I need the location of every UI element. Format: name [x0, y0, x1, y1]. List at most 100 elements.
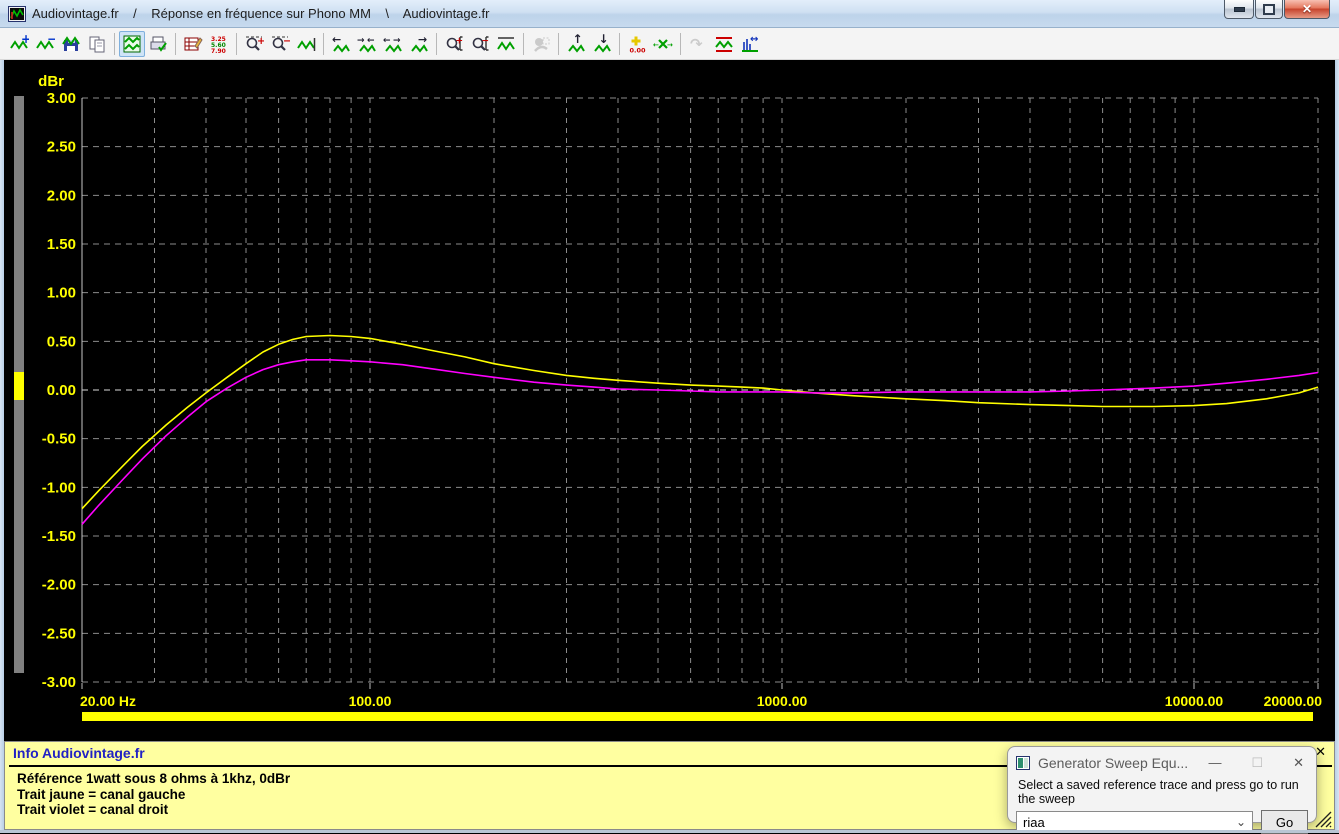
value-list-icon: 3.255.607.90	[211, 36, 226, 54]
svg-text:↔: ↔	[750, 34, 758, 45]
svg-text:-1.50: -1.50	[42, 528, 76, 545]
minimize-button[interactable]	[1224, 0, 1254, 19]
limit-lines-button[interactable]	[711, 31, 737, 57]
show-graph-button[interactable]	[119, 30, 145, 57]
dialog-app-icon	[1016, 755, 1030, 770]
svg-text:-2.00: -2.00	[42, 577, 76, 594]
info-panel-title: Info Audiovintage.fr	[13, 745, 145, 761]
trace-left-channel	[81, 334, 1319, 510]
save-trace-icon	[62, 35, 80, 51]
limit-lines-icon	[715, 36, 733, 52]
toolbar-separator	[114, 32, 115, 55]
close-icon: ✕	[1301, 2, 1313, 16]
svg-text:→: →	[393, 36, 401, 46]
app-icon	[8, 5, 26, 22]
zoom-in-x-icon: +	[246, 36, 264, 51]
trace-right-channel	[81, 358, 1319, 525]
toolbar-separator	[323, 32, 324, 55]
svg-text:↷: ↷	[690, 35, 703, 53]
svg-text:←: ←	[332, 34, 341, 46]
expand-x-icon: ← →	[383, 36, 402, 53]
svg-text:2.50: 2.50	[47, 139, 76, 156]
dialog-titlebar: Generator Sweep Equ... — ☐ ✕	[1008, 747, 1316, 775]
pan-left-icon: ←	[332, 34, 350, 53]
fit-trace-icon	[297, 37, 316, 51]
autoscale-y-button[interactable]	[493, 31, 519, 57]
svg-text:20000.00: 20000.00	[1264, 693, 1323, 709]
toolbar-separator	[436, 32, 437, 55]
sweep-settings-icon: ↔	[742, 34, 758, 52]
dialog-minimize-icon[interactable]: —	[1208, 755, 1221, 770]
window-titlebar: Audiovintage.fr / Réponse en fréquence s…	[0, 0, 1339, 28]
edit-values-icon	[184, 36, 203, 50]
value-list-button[interactable]: 3.25 5.60 7.90	[206, 31, 232, 57]
zoom-in-y-button[interactable]: +	[441, 31, 467, 57]
subtract-trace-button[interactable]: −	[32, 31, 58, 57]
svg-text:→: →	[357, 36, 365, 46]
process-tool-icon	[534, 37, 550, 52]
svg-text:1.00: 1.00	[47, 285, 76, 302]
svg-text:100.00: 100.00	[349, 693, 392, 709]
svg-text:20.00 Hz: 20.00 Hz	[80, 693, 136, 709]
sweep-progress-bar	[82, 712, 1313, 721]
svg-text:-2.50: -2.50	[42, 625, 76, 642]
toolbar-separator	[523, 32, 524, 55]
add-trace-button[interactable]: +	[6, 31, 32, 57]
close-button[interactable]: ✕	[1284, 0, 1330, 19]
svg-text:0.00: 0.00	[630, 46, 647, 54]
shift-down-button[interactable]: ↓	[589, 31, 615, 57]
svg-text:↑: ↑	[573, 34, 583, 46]
zoom-out-x-button[interactable]: −	[267, 31, 293, 57]
chart-canvas: dBr3.00 2.50 2.00 1.50 1.00 0.50 0.00 -0.50 -1.0…	[14, 73, 1322, 721]
pan-left-button[interactable]: ←	[328, 31, 354, 57]
svg-text:0.50: 0.50	[47, 333, 76, 350]
shift-up-button[interactable]: ↑	[563, 31, 589, 57]
marker-clear-icon: ← →	[653, 38, 673, 49]
x-axis-labels: 20.00 Hz 100.00 1000.00 10000.00 20000.00	[80, 683, 1322, 709]
restore-button[interactable]	[1255, 0, 1283, 19]
expand-x-button[interactable]: ← →	[380, 31, 406, 57]
level-meter	[14, 96, 24, 673]
svg-text:→: →	[667, 41, 673, 49]
zoom-out-y-button[interactable]: −	[467, 31, 493, 57]
toolbar-separator	[619, 32, 620, 55]
marker-add-icon: 0.00	[630, 36, 647, 54]
dialog-instruction: Select a saved reference trace and press…	[1018, 778, 1299, 806]
frequency-response-plot: dBr 3.00 2.50 2.00 1.50 1.00 0.50 0.00 -0.50 -1.0…	[0, 60, 1339, 741]
info-line-left-channel: Trait jaune = canal gauche	[17, 786, 186, 802]
svg-text:→: →	[418, 34, 427, 46]
fit-trace-button[interactable]	[293, 31, 319, 57]
dialog-maximize-icon: ☐	[1251, 754, 1264, 770]
svg-text:2.00: 2.00	[47, 187, 76, 204]
svg-text:+: +	[456, 36, 464, 46]
pan-right-button[interactable]: →	[406, 31, 432, 57]
copy-trace-button[interactable]	[84, 31, 110, 57]
zoom-in-x-button[interactable]: +	[241, 31, 267, 57]
marker-add-button[interactable]: 0.00	[624, 31, 650, 57]
y-axis-unit: dBr	[38, 73, 64, 90]
svg-text:1.50: 1.50	[47, 236, 76, 253]
sweep-settings-button[interactable]: ↔	[737, 31, 763, 57]
window-border-right	[1335, 60, 1339, 833]
svg-text:+: +	[21, 34, 29, 46]
svg-text:-0.50: -0.50	[42, 431, 76, 448]
svg-text:−: −	[283, 36, 290, 47]
svg-text:−: −	[47, 34, 55, 46]
repeat-sweep-icon: ↷	[690, 35, 703, 53]
combobox-value: riaa	[1023, 814, 1045, 830]
y-axis-labels: dBr3.00 2.50 2.00 1.50 1.00 0.50 0.00 -0.50 -1.0…	[38, 73, 76, 691]
edit-values-button[interactable]	[180, 31, 206, 57]
svg-text:-1.00: -1.00	[42, 479, 76, 496]
svg-text:↓: ↓	[599, 34, 609, 46]
toolbar-separator	[236, 32, 237, 55]
svg-text:0.00: 0.00	[47, 382, 76, 399]
marker-clear-button[interactable]: ← →	[650, 31, 676, 57]
print-graph-button[interactable]	[145, 31, 171, 57]
info-line-reference: Référence 1watt sous 8 ohms à 1khz, 0dBr	[17, 771, 291, 786]
compress-x-button[interactable]: → ←	[354, 31, 380, 57]
zoom-in-y-icon: +	[446, 35, 464, 51]
svg-text:10000.00: 10000.00	[1165, 693, 1224, 709]
svg-text:−: −	[482, 36, 490, 46]
save-trace-button[interactable]	[58, 31, 84, 57]
dialog-close-icon[interactable]: ✕	[1293, 755, 1304, 771]
